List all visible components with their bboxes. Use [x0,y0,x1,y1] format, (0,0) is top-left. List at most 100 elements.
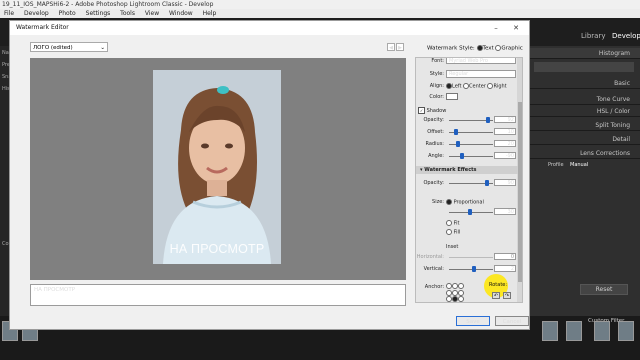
rotate-cw-icon[interactable]: ↷ [503,292,511,299]
window-title: 19_11_IOS_MAPSHi6-2 - Adobe Photoshop Li… [2,1,214,8]
cancel-button[interactable]: Cancel [495,316,529,326]
shadow-angle-slider[interactable] [449,156,493,157]
inset-vertical-label: Vertical: [423,266,444,272]
shadow-radius-label: Radius: [425,141,444,147]
menu-view[interactable]: View [145,10,159,17]
font-select[interactable]: Myriad Web Pro [446,58,516,64]
effects-opacity-thumb[interactable] [485,180,489,186]
effects-opacity-value[interactable]: 90 [494,179,516,186]
menu-photo[interactable]: Photo [59,10,76,17]
minimize-button[interactable]: – [486,21,506,35]
size-fill-label: Fill [453,229,461,236]
menu-bar: File Develop Photo Settings Tools View W… [0,9,640,18]
save-button[interactable]: Save [456,316,490,326]
watermark-text-value: НА ПРОСМОТР [34,287,76,293]
watermark-effects-header[interactable]: ▾ Watermark Effects [416,166,518,174]
menu-window[interactable]: Window [169,10,193,17]
align-center-label: Center [469,83,486,90]
shadow-checkbox[interactable]: ✓ [418,107,425,114]
size-fit-radio[interactable] [446,220,452,226]
filmstrip-thumb[interactable] [566,321,582,341]
inset-vertical-thumb[interactable] [472,266,476,272]
size-fill-radio[interactable] [446,229,452,235]
inset-label: Inset [446,244,459,250]
dialog-title: Watermark Editor [16,24,69,31]
prev-image-button[interactable]: ◀ [387,43,395,51]
rotate-ccw-icon[interactable]: ↶ [492,292,500,299]
inset-vertical-slider[interactable] [449,269,493,270]
menu-settings[interactable]: Settings [86,10,111,17]
menu-develop[interactable]: Develop [24,10,49,17]
watermark-style-row: Watermark Style: Text Graphic [427,45,523,52]
dialog-titlebar: Watermark Editor [10,21,529,35]
scrollbar[interactable] [517,58,522,302]
section-detail[interactable]: Detail [530,134,640,145]
module-develop[interactable]: Develop [612,32,640,40]
color-label: Color: [429,94,444,100]
size-slider-thumb[interactable] [468,209,472,215]
menu-tools[interactable]: Tools [120,10,135,17]
effects-opacity-label: Opacity: [423,180,444,186]
anchor-mr[interactable] [458,289,464,296]
shadow-opacity-value[interactable]: 92 [494,116,516,123]
style-text-label: Text [482,45,494,52]
tab-profile[interactable]: Profile [548,162,564,168]
section-lens-corrections[interactable]: Lens Corrections [530,148,640,159]
shadow-opacity-thumb[interactable] [486,117,490,123]
next-image-button[interactable]: ▶ [396,43,404,51]
close-icon[interactable]: ✕ [506,21,526,35]
filmstrip-thumb[interactable] [618,321,634,341]
shadow-radius-value[interactable]: 20 [494,140,516,147]
shadow-radius-thumb[interactable] [456,141,460,147]
menu-help[interactable]: Help [203,10,217,17]
filmstrip-thumb[interactable] [542,321,558,341]
section-tone-curve[interactable]: Tone Curve [530,94,640,105]
reset-button[interactable]: Reset [580,284,628,295]
font-label: Font: [431,58,444,64]
section-split-toning[interactable]: Split Toning [530,120,640,131]
watermark-effects-title: Watermark Effects [424,167,477,173]
section-basic[interactable]: Basic [530,78,640,89]
settings-panel: Font: Myriad Web Pro Style: Regular Alig… [415,57,523,303]
shadow-label: Shadow [426,108,447,114]
inset-horizontal-label: Horizontal: [416,254,444,260]
window-titlebar: 19_11_IOS_MAPSHi6-2 - Adobe Photoshop Li… [0,0,640,9]
preset-value: ЛОГО (edited) [33,45,73,51]
anchor-tr[interactable] [458,283,464,289]
size-proportional-radio[interactable] [446,199,452,205]
scrollbar-thumb[interactable] [518,102,522,282]
section-histogram[interactable]: Histogram [530,48,640,59]
shadow-angle-value[interactable]: -90 [494,152,516,159]
size-proportional-label: Proportional [453,199,484,206]
size-value[interactable]: 30 [494,208,516,215]
preset-select[interactable]: ЛОГО (edited) ⌄ [30,42,108,52]
shadow-angle-thumb[interactable] [460,153,464,159]
size-proportional-row: Proportional [446,199,484,206]
shadow-offset-thumb[interactable] [454,129,458,135]
anchor-br[interactable] [458,296,464,302]
filmstrip-thumb[interactable] [594,321,610,341]
watermark-text-input[interactable]: НА ПРОСМОТР [30,284,406,306]
inset-horizontal-value[interactable]: 0 [494,253,516,260]
shadow-offset-value[interactable]: 10 [494,128,516,135]
anchor-label: Anchor: [424,284,444,290]
size-label: Size: [432,199,444,205]
module-library[interactable]: Library [581,32,605,40]
shadow-offset-label: Offset: [427,129,444,135]
inset-vertical-value[interactable]: 2 [494,265,516,272]
section-hsl[interactable]: HSL / Color [530,106,640,117]
watermark-style-label: Watermark Style: [427,45,475,52]
inset-horizontal-slider[interactable] [449,257,493,258]
align-label: Align: [429,83,444,89]
align-right-label: Right [493,83,507,90]
shadow-opacity-label: Opacity: [423,117,444,123]
shadow-angle-label: Angle: [428,153,444,159]
menu-file[interactable]: File [4,10,14,17]
style-select[interactable]: Regular [446,70,516,78]
color-swatch[interactable] [446,93,458,100]
watermark-text-overlay: НА ПРОСМОТР [169,242,265,256]
style-graphic-label: Graphic [501,45,523,52]
tab-manual[interactable]: Manual [570,162,588,168]
anchor-grid [446,283,468,302]
preview-photo: НА ПРОСМОТР [153,70,281,264]
